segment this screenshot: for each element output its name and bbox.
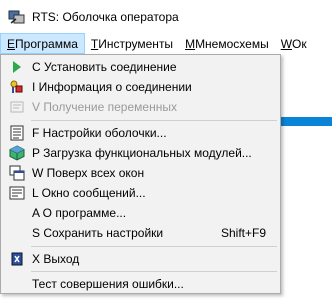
menu-windows-key: W xyxy=(280,36,293,51)
settings-list-icon xyxy=(9,125,25,141)
menu-tools-key: Т xyxy=(90,36,99,51)
menu-item-save-settings-label: S Сохранить настройки xyxy=(32,226,164,240)
menu-mnemonics[interactable]: М Мнемосхемы xyxy=(179,33,275,54)
menu-item-always-on-top[interactable]: W Поверх всех окон xyxy=(2,163,280,183)
connection-info-icon xyxy=(9,79,25,95)
menu-item-about[interactable]: A О программе... xyxy=(2,203,280,223)
menu-item-always-on-top-label: W Поверх всех окон xyxy=(32,166,145,180)
connect-icon xyxy=(9,59,25,75)
messages-window-icon xyxy=(9,185,25,201)
menu-program[interactable]: Е Программа xyxy=(0,33,85,54)
menu-item-connection-info-label: I Информация о соединении xyxy=(32,80,192,94)
selection-highlight xyxy=(281,117,332,126)
menu-windows-label: Ок xyxy=(292,36,307,51)
menu-item-connection-info[interactable]: I Информация о соединении xyxy=(2,77,280,97)
menu-item-connect[interactable]: С Установить соединение xyxy=(2,57,280,77)
menu-item-about-label: A О программе... xyxy=(32,206,127,220)
menu-tools[interactable]: Т Инструменты xyxy=(85,33,179,54)
program-dropdown-menu: С Установить соединение I Информация о с… xyxy=(0,54,281,294)
menu-item-exit[interactable]: X Выход xyxy=(2,249,280,269)
rts-app-icon[interactable] xyxy=(8,8,26,26)
menu-item-save-settings[interactable]: S Сохранить настройки Shift+F9 xyxy=(2,223,280,243)
menu-item-messages-window-label: L Окно сообщений... xyxy=(32,186,146,200)
menu-item-load-modules-label: P Загрузка функциональных модулей... xyxy=(32,146,252,160)
windows-on-top-icon xyxy=(9,165,25,181)
menu-separator xyxy=(31,120,277,121)
menu-item-exit-label: X Выход xyxy=(32,252,80,266)
menu-separator xyxy=(31,246,277,247)
menu-item-shell-settings[interactable]: F Настройки оболочки... xyxy=(2,123,280,143)
menu-item-save-settings-shortcut: Shift+F9 xyxy=(220,226,266,240)
menu-windows[interactable]: W Ок xyxy=(275,33,313,54)
menu-item-get-variables[interactable]: V Получение переменных xyxy=(2,97,280,117)
menu-item-load-modules[interactable]: P Загрузка функциональных модулей... xyxy=(2,143,280,163)
menu-mnemonics-label: Мнемосхемы xyxy=(195,36,269,51)
menu-item-error-test-label: Тест совершения ошибки... xyxy=(32,277,184,291)
exit-icon xyxy=(9,251,25,267)
menu-item-connect-label: С Установить соединение xyxy=(32,60,177,74)
variables-icon xyxy=(9,99,25,115)
menu-item-error-test[interactable]: Тест совершения ошибки... xyxy=(2,274,280,294)
menu-item-get-variables-label: V Получение переменных xyxy=(32,100,177,114)
menu-item-messages-window[interactable]: L Окно сообщений... xyxy=(2,183,280,203)
title-bar: RTS: Оболочка оператора xyxy=(0,0,332,33)
menu-item-shell-settings-label: F Настройки оболочки... xyxy=(32,126,167,140)
menu-program-key: Е xyxy=(7,36,16,51)
workspace-area xyxy=(281,54,332,300)
menu-mnemonics-key: М xyxy=(185,36,196,51)
menu-separator xyxy=(31,271,277,272)
menu-program-label: Программа xyxy=(15,36,78,51)
menu-bar: Е Программа Т Инструменты М Мнемосхемы W… xyxy=(0,33,332,54)
menu-tools-label: Инструменты xyxy=(98,36,174,51)
modules-cube-icon xyxy=(9,145,25,161)
window-title: RTS: Оболочка оператора xyxy=(32,9,179,24)
